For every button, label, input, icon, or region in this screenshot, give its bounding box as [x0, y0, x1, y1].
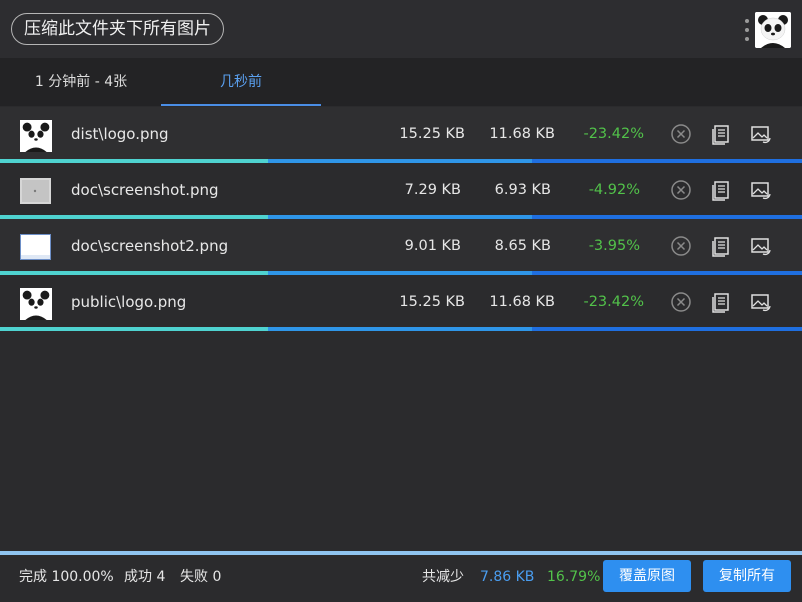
reduced-size: 7.86 KB [480, 569, 535, 585]
copy-all-button[interactable]: 复制所有 [703, 560, 791, 592]
size-change: -3.95% [588, 238, 640, 254]
copy-document-icon[interactable] [710, 235, 732, 257]
copy-document-icon[interactable] [710, 123, 732, 145]
file-name: dist\logo.png [71, 125, 169, 143]
list-item: public\logo.png 15.25 KB 11.68 KB -23.42… [0, 275, 802, 331]
panda-avatar-icon[interactable] [755, 12, 791, 48]
file-name: doc\screenshot2.png [71, 237, 229, 255]
more-vertical-icon[interactable] [742, 17, 752, 43]
title-bar: 压缩此文件夹下所有图片 [0, 0, 802, 58]
compressed-size: 8.65 KB [494, 238, 551, 254]
size-change: -23.42% [583, 294, 644, 310]
failed-count: 失败 0 [180, 569, 222, 585]
progress-bar [0, 327, 802, 331]
list-item: doc\screenshot.png 7.29 KB 6.93 KB -4.92… [0, 163, 802, 219]
original-size: 15.25 KB [399, 126, 465, 142]
original-size: 15.25 KB [399, 294, 465, 310]
compressed-size: 6.93 KB [494, 182, 551, 198]
cancel-circle-icon[interactable] [670, 123, 692, 145]
replace-image-icon[interactable] [750, 179, 772, 201]
file-name: doc\screenshot.png [71, 181, 219, 199]
reduced-percent: 16.79% [547, 569, 601, 585]
replace-image-icon[interactable] [750, 291, 772, 313]
list-item: doc\screenshot2.png 9.01 KB 8.65 KB -3.9… [0, 219, 802, 275]
file-name: public\logo.png [71, 293, 187, 311]
original-size: 7.29 KB [404, 182, 461, 198]
tab-one-minute-ago[interactable]: 1 分钟前 - 4张 [1, 58, 161, 106]
file-list: dist\logo.png 15.25 KB 11.68 KB -23.42% … [0, 107, 802, 331]
complete-status: 完成 100.00% [19, 569, 114, 585]
success-count: 成功 4 [124, 569, 166, 585]
panda-thumbnail-icon [20, 120, 52, 152]
replace-image-icon[interactable] [750, 123, 772, 145]
size-change: -4.92% [588, 182, 640, 198]
size-change: -23.42% [583, 126, 644, 142]
cancel-circle-icon[interactable] [670, 291, 692, 313]
tab-seconds-ago[interactable]: 几秒前 [161, 58, 321, 106]
copy-document-icon[interactable] [710, 291, 732, 313]
screenshot-thumbnail-icon [20, 178, 51, 204]
history-tabs: 1 分钟前 - 4张 几秒前 [0, 58, 802, 106]
page-title: 压缩此文件夹下所有图片 [11, 13, 224, 45]
status-bar: 完成 100.00% 成功 4 失败 0 共减少 7.86 KB 16.79% … [0, 555, 802, 602]
overwrite-original-button[interactable]: 覆盖原图 [603, 560, 691, 592]
cancel-circle-icon[interactable] [670, 179, 692, 201]
compressed-size: 11.68 KB [489, 126, 555, 142]
cancel-circle-icon[interactable] [670, 235, 692, 257]
list-item: dist\logo.png 15.25 KB 11.68 KB -23.42% [0, 107, 802, 163]
reduced-label: 共减少 [422, 569, 464, 585]
compressed-size: 11.68 KB [489, 294, 555, 310]
original-size: 9.01 KB [404, 238, 461, 254]
screenshot-thumbnail-icon [20, 234, 51, 260]
replace-image-icon[interactable] [750, 235, 772, 257]
copy-document-icon[interactable] [710, 179, 732, 201]
panda-thumbnail-icon [20, 288, 52, 320]
